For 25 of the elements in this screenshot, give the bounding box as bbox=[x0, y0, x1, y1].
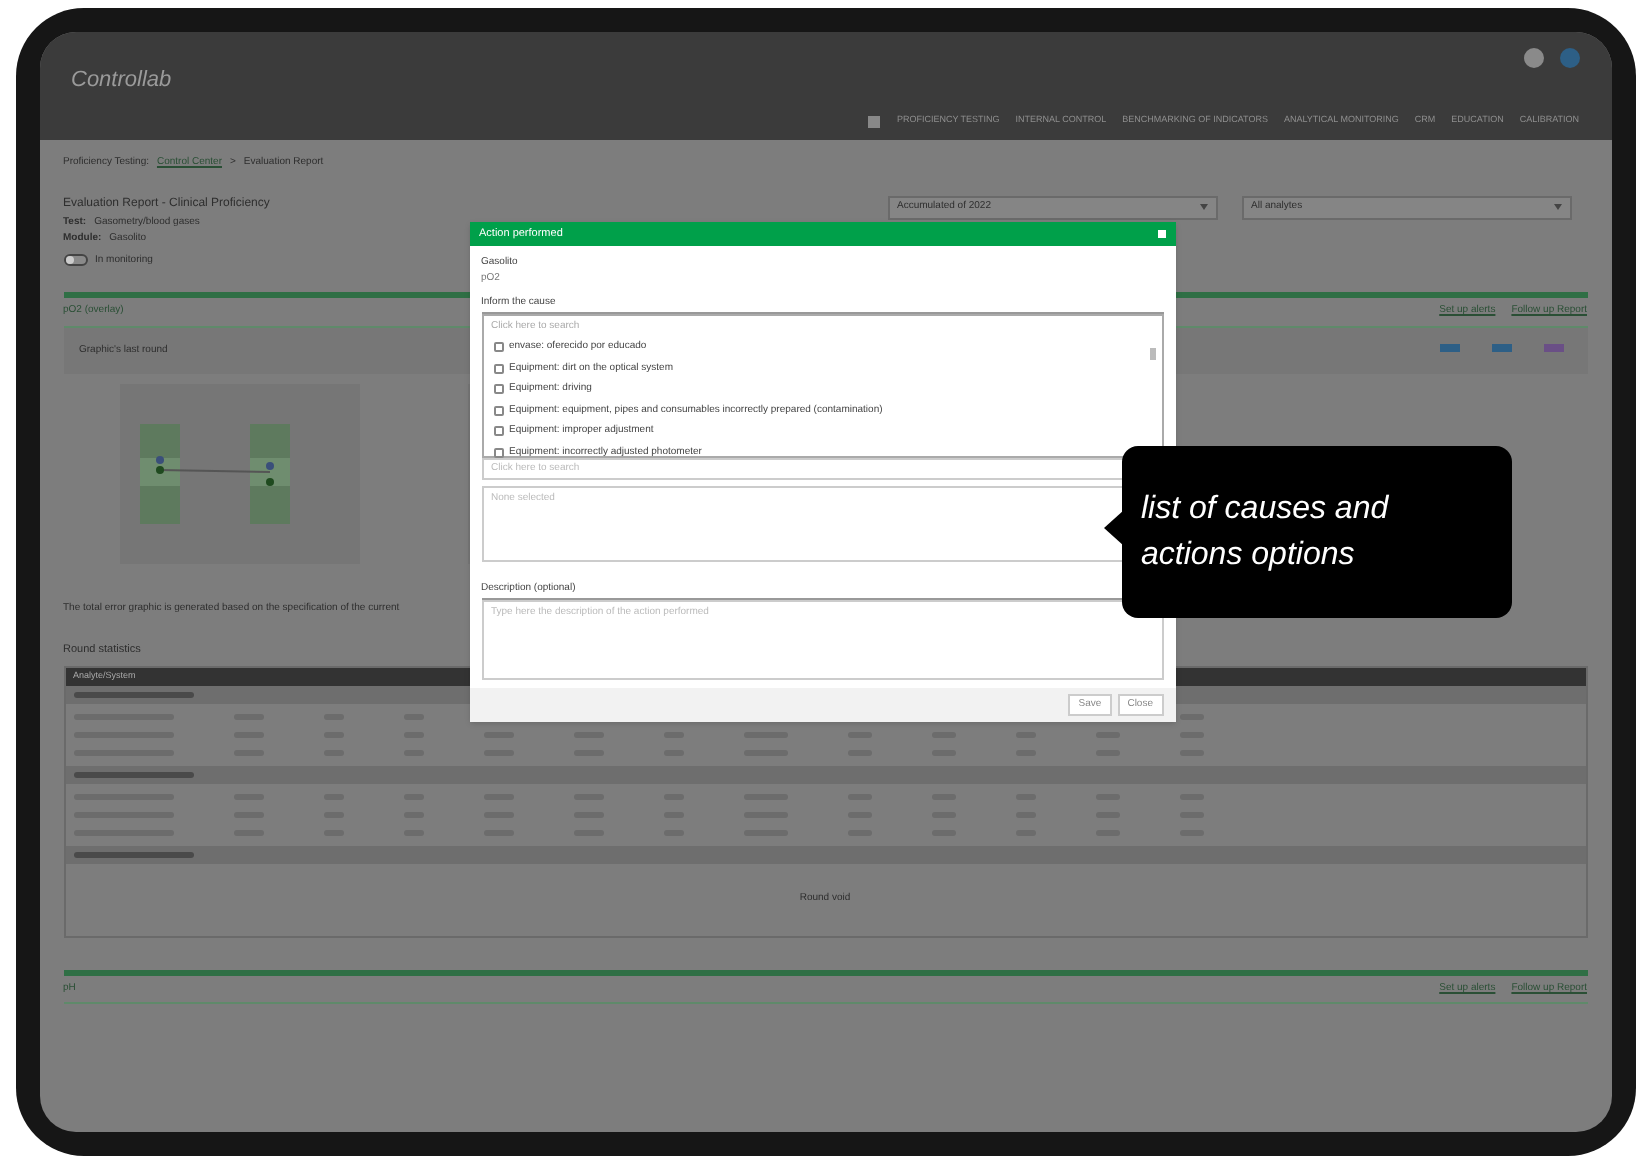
callout-text: list of causes and bbox=[1141, 490, 1391, 530]
notification-icon[interactable] bbox=[1523, 48, 1543, 68]
home-icon[interactable] bbox=[868, 115, 881, 128]
checkbox[interactable] bbox=[493, 384, 503, 395]
legend-swatch bbox=[1543, 343, 1563, 351]
blurred-text-bar bbox=[73, 851, 193, 858]
legend-swatch bbox=[1491, 343, 1511, 351]
checkbox[interactable] bbox=[493, 447, 503, 458]
data-point bbox=[265, 478, 273, 486]
blurred-text-bar bbox=[73, 691, 193, 698]
checkbox[interactable] bbox=[493, 363, 503, 374]
scrollbar-thumb[interactable] bbox=[1149, 347, 1155, 359]
data-point bbox=[265, 462, 273, 470]
checkbox[interactable] bbox=[493, 426, 503, 437]
trend-line bbox=[158, 469, 270, 473]
callout-text: actions options bbox=[1141, 536, 1357, 576]
close-icon[interactable] bbox=[1157, 230, 1165, 238]
toggle-switch[interactable] bbox=[63, 254, 87, 267]
caret-icon bbox=[1199, 204, 1207, 210]
checkbox[interactable] bbox=[493, 405, 503, 416]
blurred-text-bar bbox=[73, 771, 193, 778]
legend-swatch bbox=[1439, 343, 1459, 351]
logo: Controllab bbox=[71, 66, 172, 96]
caret-icon bbox=[1553, 204, 1561, 210]
checkbox[interactable] bbox=[493, 342, 503, 353]
